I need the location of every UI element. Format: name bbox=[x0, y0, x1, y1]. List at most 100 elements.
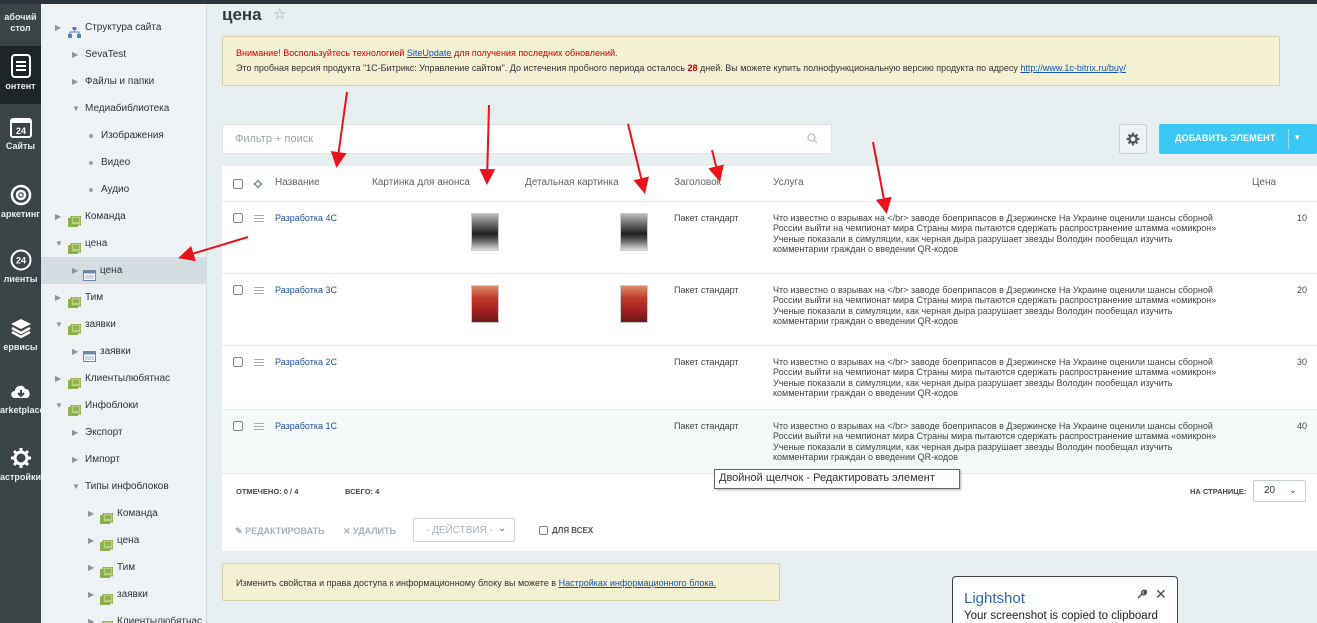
col-name[interactable]: Название bbox=[275, 177, 320, 188]
row-checkbox[interactable] bbox=[233, 357, 243, 367]
search-icon[interactable] bbox=[807, 133, 818, 144]
menu-marketplace[interactable]: arketplace bbox=[0, 382, 41, 427]
tree-item[interactable]: ▶ Тим bbox=[41, 554, 206, 581]
drag-handle-icon[interactable] bbox=[254, 359, 264, 366]
tree-item[interactable]: ▼ Медиабиблиотека bbox=[41, 95, 206, 122]
table-row[interactable]: Разработка 4С Пакет стандарт Что известн… bbox=[222, 202, 1317, 274]
tree-item[interactable]: ▶ Тим bbox=[41, 284, 206, 311]
chevron-right-icon[interactable]: ▶ bbox=[72, 68, 78, 95]
col-detail-picture[interactable]: Детальная картинка bbox=[525, 177, 619, 188]
iblock-settings-link[interactable]: Настройках информационного блока. bbox=[559, 578, 716, 588]
tree-item[interactable]: ▶ заявки bbox=[41, 338, 206, 365]
tree-item[interactable]: ▶ Файлы и папки bbox=[41, 68, 206, 95]
menu-sites[interactable]: 24 Сайты bbox=[0, 116, 41, 161]
edit-action[interactable]: ✎ РЕДАКТИРОВАТЬ bbox=[235, 526, 325, 537]
menu-settings[interactable]: астройки bbox=[0, 447, 41, 492]
buy-link[interactable]: http://www.1c-bitrix.ru/buy/ bbox=[1020, 63, 1126, 73]
row-service: Что известно о взрывах на </br> заводе б… bbox=[773, 285, 1217, 326]
tree-item[interactable]: ▼ Инфоблоки bbox=[41, 392, 206, 419]
drag-handle-icon[interactable] bbox=[254, 287, 264, 294]
add-element-button[interactable]: ДОБАВИТЬ ЭЛЕМЕНТ ▾ bbox=[1159, 124, 1317, 154]
group-actions-bar: ✎ РЕДАКТИРОВАТЬ ✕ УДАЛИТЬ - ДЕЙСТВИЯ - ⌄… bbox=[222, 516, 1317, 551]
row-checkbox[interactable] bbox=[233, 421, 243, 431]
chevron-down-icon[interactable]: ▼ bbox=[72, 473, 80, 500]
row-name-link[interactable]: Разработка 4С bbox=[275, 213, 337, 223]
chevron-down-icon[interactable]: ▼ bbox=[55, 230, 63, 257]
tree-item[interactable]: ▶ Экспорт bbox=[41, 419, 206, 446]
row-heading: Пакет стандарт bbox=[674, 285, 739, 295]
row-name-link[interactable]: Разработка 2С bbox=[275, 357, 337, 367]
tree-item[interactable]: ▼ цена bbox=[41, 230, 206, 257]
warning-text-2b: дней. Вы можете купить полнофункциональн… bbox=[697, 63, 1021, 73]
tree-item[interactable]: ▶ Команда bbox=[41, 500, 206, 527]
chevron-down-icon[interactable]: ▼ bbox=[55, 311, 63, 338]
drag-handle-icon[interactable] bbox=[254, 215, 264, 222]
actions-select[interactable]: - ДЕЙСТВИЯ - ⌄ bbox=[413, 518, 515, 542]
chevron-right-icon[interactable]: ▶ bbox=[55, 365, 61, 392]
tree-item[interactable]: ▶ SevaTest bbox=[41, 41, 206, 68]
tree-item-label: Типы инфоблоков bbox=[85, 481, 169, 492]
row-checkbox[interactable] bbox=[233, 285, 243, 295]
chevron-right-icon[interactable]: ▶ bbox=[72, 446, 78, 473]
chevron-right-icon[interactable]: ▶ bbox=[88, 554, 94, 581]
chevron-right-icon[interactable]: ▶ bbox=[88, 527, 94, 554]
chevron-right-icon[interactable]: ▶ bbox=[55, 14, 61, 41]
chevron-right-icon[interactable]: ▶ bbox=[55, 284, 61, 311]
tree-item[interactable]: ▼ заявки bbox=[41, 311, 206, 338]
col-heading[interactable]: Заголовок bbox=[674, 177, 721, 188]
tree-item[interactable]: Видео bbox=[41, 149, 206, 176]
chevron-down-icon[interactable]: ▼ bbox=[55, 392, 63, 419]
tree-item[interactable]: ▶ Импорт bbox=[41, 446, 206, 473]
menu-marketing[interactable]: аркетинг bbox=[0, 184, 41, 229]
menu-desktop[interactable]: абочий стол bbox=[0, 12, 41, 46]
wrench-icon[interactable] bbox=[1136, 589, 1147, 600]
select-all-checkbox[interactable] bbox=[233, 179, 243, 189]
tree-item[interactable]: ▶ цена bbox=[41, 527, 206, 554]
grid-settings-button[interactable] bbox=[1119, 124, 1147, 154]
tree-item[interactable]: ▼ Типы инфоблоков bbox=[41, 473, 206, 500]
tree-item[interactable]: ▶ цена bbox=[41, 257, 206, 284]
star-icon[interactable]: ☆ bbox=[273, 5, 286, 23]
chevron-right-icon[interactable]: ▶ bbox=[88, 500, 94, 527]
row-name-link[interactable]: Разработка 3С bbox=[275, 285, 337, 295]
tree-item[interactable]: Изображения bbox=[41, 122, 206, 149]
column-settings-icon[interactable] bbox=[253, 179, 263, 189]
col-service[interactable]: Услуга bbox=[773, 177, 804, 188]
menu-clients[interactable]: 24 лиенты bbox=[0, 249, 41, 294]
drag-handle-icon[interactable] bbox=[254, 423, 264, 430]
layers-icon bbox=[10, 319, 31, 339]
chevron-right-icon[interactable]: ▶ bbox=[55, 203, 61, 230]
table-row[interactable]: Разработка 2С Пакет стандарт Что известн… bbox=[222, 346, 1317, 410]
col-preview-picture[interactable]: Картинка для анонса bbox=[372, 177, 470, 188]
row-checkbox[interactable] bbox=[233, 213, 243, 223]
close-icon[interactable]: ✕ bbox=[1155, 586, 1167, 603]
chevron-right-icon[interactable]: ▶ bbox=[72, 257, 78, 284]
menu-services[interactable]: ервисы bbox=[0, 317, 41, 362]
for-all-checkbox[interactable] bbox=[539, 526, 548, 535]
tree-item[interactable]: ▶ заявки bbox=[41, 581, 206, 608]
chevron-right-icon[interactable]: ▶ bbox=[88, 608, 94, 623]
tree-item[interactable]: Аудио bbox=[41, 176, 206, 203]
table-row[interactable]: Разработка 3С Пакет стандарт Что известн… bbox=[222, 274, 1317, 346]
table-row[interactable]: Разработка 1С Пакет стандарт Что известн… bbox=[222, 410, 1317, 474]
chevron-right-icon[interactable]: ▶ bbox=[88, 581, 94, 608]
col-price[interactable]: Цена bbox=[1252, 177, 1276, 188]
add-menu-chevron-icon[interactable]: ▾ bbox=[1295, 132, 1300, 143]
tree-item[interactable]: ▶ Команда bbox=[41, 203, 206, 230]
tree-item-label: Аудио bbox=[101, 184, 130, 195]
delete-action[interactable]: ✕ УДАЛИТЬ bbox=[343, 526, 396, 537]
row-name-link[interactable]: Разработка 1С bbox=[275, 421, 337, 431]
tree-item[interactable]: ▶ Структура сайта bbox=[41, 14, 206, 41]
chevron-right-icon[interactable]: ▶ bbox=[72, 338, 78, 365]
chevron-right-icon[interactable]: ▶ bbox=[72, 419, 78, 446]
chevron-down-icon[interactable]: ▼ bbox=[72, 95, 80, 122]
filter-search-input[interactable] bbox=[223, 125, 803, 153]
siteupdate-link[interactable]: SiteUpdate bbox=[407, 48, 452, 58]
menu-sites-label: Сайты bbox=[5, 141, 36, 151]
menu-content[interactable]: онтент bbox=[0, 46, 41, 104]
delete-action-label: УДАЛИТЬ bbox=[353, 526, 396, 536]
tree-item[interactable]: ▶ Клиентылюбятнас bbox=[41, 608, 206, 623]
chevron-right-icon[interactable]: ▶ bbox=[72, 41, 78, 68]
tree-item[interactable]: ▶ Клиентылюбятнас bbox=[41, 365, 206, 392]
per-page-select[interactable]: 20 ⌄ bbox=[1253, 480, 1306, 502]
